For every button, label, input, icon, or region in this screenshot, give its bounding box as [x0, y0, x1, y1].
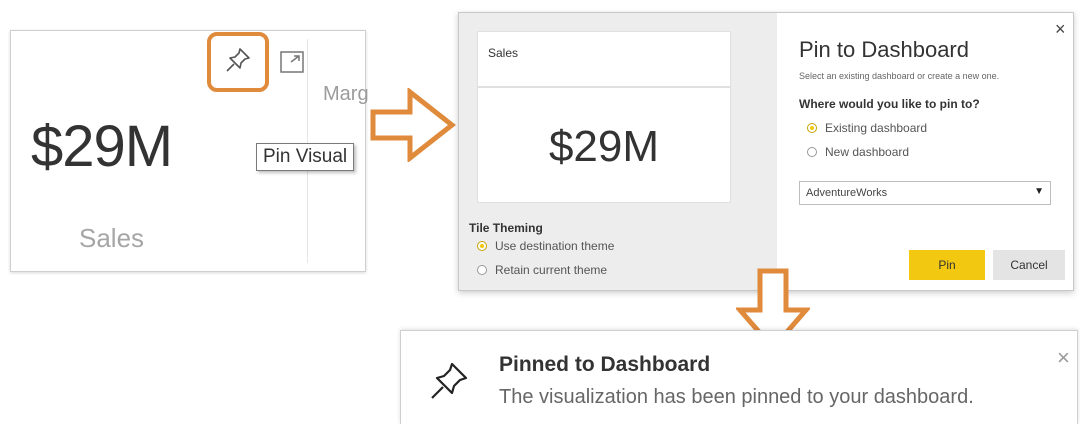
dropdown-caret-icon: ▼ — [1034, 186, 1044, 197]
dashboard-select-value: AdventureWorks — [806, 187, 888, 199]
pin-button[interactable]: Pin — [909, 250, 985, 280]
notification-title: Pinned to Dashboard — [499, 353, 711, 376]
tile-preview-body: $29M — [477, 87, 731, 203]
kpi-card: $29M Sales Marg Pin Visual — [10, 30, 369, 272]
notification-message: The visualization has been pinned to you… — [499, 386, 974, 408]
pin-visual-tooltip: Pin Visual — [256, 143, 355, 171]
notification-close-icon[interactable]: × — [1057, 345, 1070, 371]
tile-preview-title: Sales — [488, 46, 519, 60]
tile-preview-header: Sales — [477, 31, 731, 87]
destination-question: Where would you like to pin to? — [799, 97, 980, 111]
pin-icon — [223, 45, 253, 80]
dialog-close-icon[interactable]: × — [1055, 19, 1066, 40]
pin-to-dashboard-dialog: Sales $29M Tile Theming Use destination … — [458, 12, 1074, 291]
focus-mode-icon[interactable] — [278, 49, 306, 75]
dialog-subtitle: Select an existing dashboard or create a… — [799, 71, 1000, 81]
dialog-title: Pin to Dashboard — [799, 37, 969, 62]
radio-checked[interactable] — [477, 241, 487, 251]
radio-label: Use destination theme — [495, 239, 615, 253]
cancel-button[interactable]: Cancel — [993, 250, 1065, 280]
right-arrow-icon — [370, 88, 456, 162]
radio-checked[interactable] — [807, 123, 817, 133]
pinned-notification: Pinned to Dashboard The visualization ha… — [400, 330, 1078, 424]
kpi-value: $29M — [31, 114, 173, 179]
radio-label: Retain current theme — [495, 263, 608, 277]
existing-dashboard-option[interactable]: Existing dashboard — [807, 121, 927, 135]
pin-icon — [427, 359, 471, 408]
radio-unchecked[interactable] — [807, 147, 817, 157]
dashboard-select[interactable]: AdventureWorks ▼ — [799, 181, 1051, 205]
radio-unchecked[interactable] — [477, 265, 487, 275]
pin-visual-button[interactable] — [207, 32, 269, 92]
tile-preview-value: $29M — [548, 122, 660, 171]
radio-label: Existing dashboard — [825, 121, 928, 135]
radio-label: New dashboard — [825, 145, 910, 159]
kpi-label: Sales — [79, 223, 145, 253]
use-destination-theme-option[interactable]: Use destination theme — [477, 239, 614, 253]
new-dashboard-option[interactable]: New dashboard — [807, 145, 909, 159]
adjacent-visual-title: Marg — [323, 83, 369, 105]
retain-current-theme-option[interactable]: Retain current theme — [477, 263, 607, 277]
tile-theming-title: Tile Theming — [469, 221, 543, 235]
